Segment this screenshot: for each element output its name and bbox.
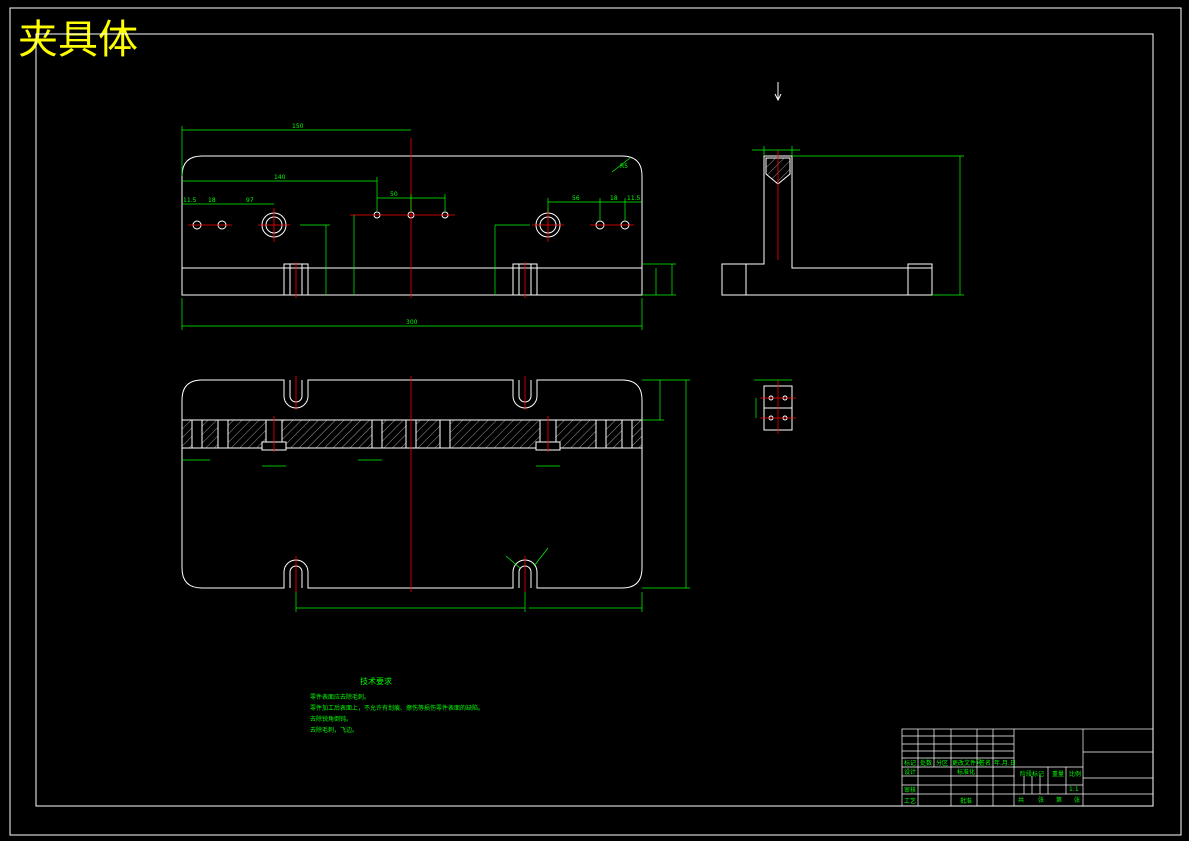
top-slot-inner	[289, 380, 532, 588]
dim-front-140: 140	[274, 174, 286, 181]
front-centerlines	[188, 138, 634, 298]
dim-front-50: 50	[390, 191, 398, 198]
tb-change-doc: 更改文件号	[952, 759, 982, 767]
tb-approve: 批准	[960, 797, 972, 805]
side-pad-right	[907, 263, 933, 296]
dim-front-97: 97	[246, 197, 254, 204]
dim-front-56: 56	[572, 195, 580, 202]
tb-sheets-total: 共	[1018, 796, 1024, 804]
side-view-outline	[721, 155, 933, 296]
tb-design: 设计	[904, 768, 916, 776]
tb-scale: 比例	[1069, 770, 1081, 778]
dim-front-half: 150	[292, 123, 304, 130]
dim-front-18-right: 18	[610, 195, 618, 202]
front-dim-labels: 150 140 11.5 18 97 50 56 18 11.5 300 R5	[183, 123, 641, 326]
dim-front-115-left: 11.5	[183, 197, 197, 204]
tb-zone: 分区	[936, 759, 948, 767]
tb-check: 审核	[904, 786, 916, 794]
tb-process: 工艺	[904, 797, 916, 805]
tb-scale-value: 1:1	[1069, 786, 1079, 793]
tb-sign: 签名	[979, 759, 991, 767]
side-view	[721, 82, 964, 296]
tb-date: 年.月.日	[994, 759, 1016, 767]
dim-front-115-right: 11.5	[627, 195, 641, 202]
top-centerlines	[273, 376, 549, 592]
dim-front-r: R5	[620, 163, 628, 170]
tb-sheets-unit2: 张	[1074, 796, 1080, 804]
front-view-outline	[181, 155, 643, 296]
side-pad-left	[721, 263, 747, 296]
top-view	[181, 376, 690, 612]
dim-front-overall: 300	[406, 319, 418, 326]
detail-view	[754, 379, 796, 434]
tb-sheet-no: 第	[1056, 796, 1062, 804]
dim-front-18-left: 18	[208, 197, 216, 204]
top-view-outline	[181, 379, 643, 589]
top-dimensions	[182, 379, 690, 612]
tb-weight: 重量	[1052, 770, 1064, 778]
title-block-text: 标记 处数 分区 更改文件号 签名 年.月.日 设计 标准化 阶段标记 重量 比…	[904, 759, 1081, 805]
front-view: 150 140 11.5 18 97 50 56 18 11.5 300 R5	[181, 123, 676, 330]
title-block	[901, 728, 1154, 807]
tb-count: 处数	[920, 759, 932, 767]
tb-sheets-unit1: 张	[1038, 796, 1044, 804]
cad-drawing-canvas: 150 140 11.5 18 97 50 56 18 11.5 300 R5	[9, 7, 1182, 836]
tb-std: 标准化	[957, 768, 975, 776]
tb-mark: 标记	[904, 759, 916, 767]
tb-stage: 阶段标记	[1020, 770, 1044, 778]
